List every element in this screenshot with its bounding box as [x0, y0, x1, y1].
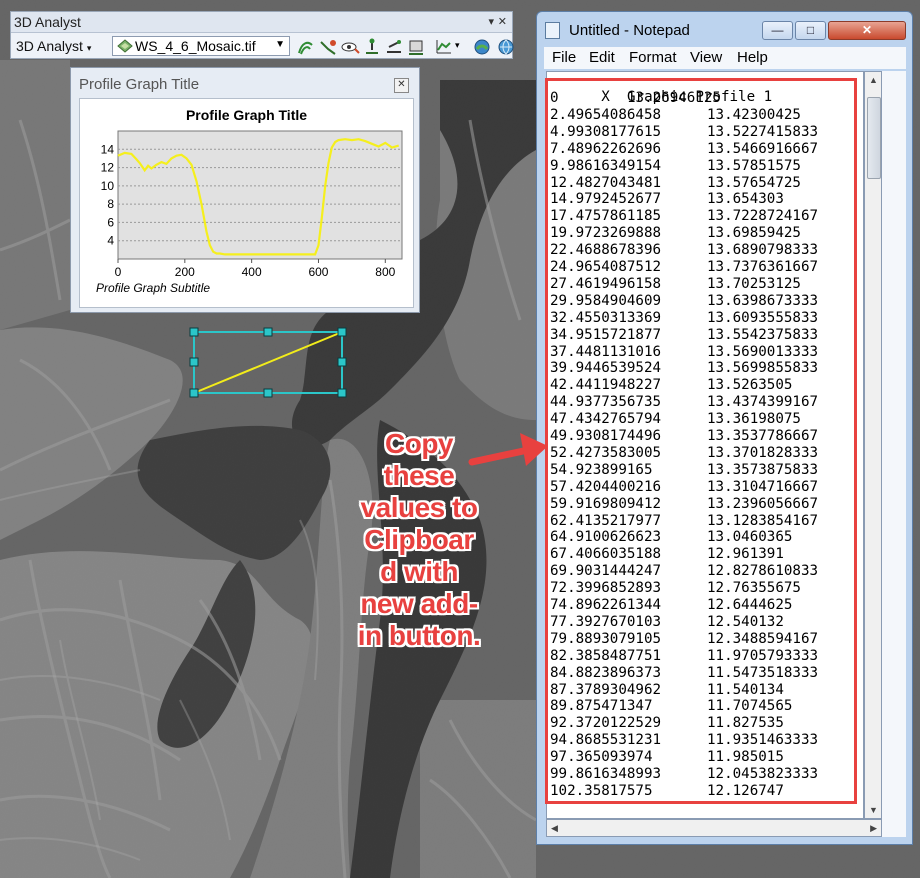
menu-format[interactable]: Format: [629, 49, 677, 66]
line-of-sight-icon[interactable]: [340, 37, 360, 57]
chevron-down-icon: ▼: [275, 39, 285, 50]
x-tick-label: 600: [308, 265, 328, 279]
horizontal-scrollbar[interactable]: ◀ ▶: [546, 819, 882, 837]
toolbar-options-icon[interactable]: ▾: [488, 12, 494, 32]
menu-edit[interactable]: Edit: [589, 49, 615, 66]
arcglobe-icon[interactable]: [496, 37, 516, 57]
x-tick-label: 800: [375, 265, 395, 279]
x-tick-label: 200: [175, 265, 195, 279]
profile-window-title: Profile Graph Title: [79, 76, 200, 93]
annotation-line: in button.: [357, 620, 481, 651]
maximize-button[interactable]: □: [795, 21, 826, 40]
vertical-scrollbar[interactable]: ▲ ▼: [864, 71, 882, 819]
y-tick-label: 8: [107, 197, 114, 211]
annotation-line: values to: [360, 492, 478, 523]
3d-analyst-toolbar: 3D Analyst ▾ ✕ 3D Analyst ▾ WS_4_6_Mosai…: [10, 11, 516, 59]
close-button[interactable]: ✕: [828, 21, 906, 40]
annotation-line: these: [383, 460, 455, 491]
steepest-path-icon[interactable]: [318, 37, 338, 57]
menu-help[interactable]: Help: [737, 49, 768, 66]
toolbar-titlebar[interactable]: 3D Analyst ▾ ✕: [11, 12, 512, 33]
minimize-button[interactable]: —: [762, 21, 793, 40]
y-tick-label: 6: [107, 215, 114, 229]
window-frame-right: [882, 71, 906, 837]
profile-graph-dropdown-icon[interactable]: ▾: [455, 40, 460, 51]
scroll-up-icon[interactable]: ▲: [869, 75, 878, 85]
notepad-icon: [545, 22, 560, 39]
profile-window-close-icon[interactable]: ✕: [394, 78, 409, 93]
menu-bar: File Edit Format View Help: [544, 47, 906, 69]
profile-graph-panel: Profile Graph Title 4 6 8 10 12 14 0 200 400 600 8…: [79, 98, 414, 308]
annotation-line: Clipboar: [364, 524, 474, 555]
scroll-right-icon[interactable]: ▶: [870, 823, 877, 834]
interpolate-polygon-icon[interactable]: [406, 37, 426, 57]
3d-analyst-menu[interactable]: 3D Analyst ▾: [16, 38, 91, 54]
y-tick-label: 10: [101, 179, 115, 193]
highlight-box: [545, 78, 857, 804]
y-tick-label: 14: [101, 142, 115, 156]
menu-file[interactable]: File: [552, 49, 576, 66]
plot-area: [117, 130, 403, 260]
annotation-line: Copy: [385, 428, 454, 459]
raster-layer-icon: [117, 39, 133, 53]
interpolate-line-icon[interactable]: [384, 37, 404, 57]
scrollbar-thumb[interactable]: [867, 97, 881, 179]
toolbar-close-icon[interactable]: ✕: [498, 12, 507, 32]
profile-graph-window: Profile Graph Title ✕ Profile Graph Titl…: [70, 67, 420, 313]
annotation-line: new add-: [360, 588, 478, 619]
surface-layer-value: WS_4_6_Mosaic.tif: [135, 38, 256, 54]
x-tick-label: 0: [115, 265, 122, 279]
profile-graph-icon[interactable]: [434, 37, 454, 57]
scroll-down-icon[interactable]: ▼: [869, 805, 878, 815]
arcscene-icon[interactable]: [472, 37, 492, 57]
graph-subtitle: Profile Graph Subtitle: [96, 281, 211, 295]
3d-analyst-menu-label: 3D Analyst: [16, 38, 83, 54]
profile-graph-chart: 4 6 8 10 12 14 0 200 400 600 800: [101, 130, 403, 279]
annotation-text: Copy these values to Clipboar d with new…: [344, 428, 494, 652]
y-tick-label: 4: [107, 234, 114, 248]
toolbar-title: 3D Analyst: [14, 14, 81, 30]
contour-icon[interactable]: [296, 37, 316, 57]
notepad-title: Untitled - Notepad: [569, 22, 690, 39]
interpolate-point-icon[interactable]: [362, 37, 382, 57]
surface-layer-dropdown[interactable]: WS_4_6_Mosaic.tif ▼: [112, 36, 290, 56]
x-tick-label: 400: [242, 265, 262, 279]
scroll-left-icon[interactable]: ◀: [551, 823, 558, 834]
annotation-line: d with: [380, 556, 458, 587]
menu-view[interactable]: View: [690, 49, 722, 66]
y-tick-label: 12: [101, 161, 115, 175]
